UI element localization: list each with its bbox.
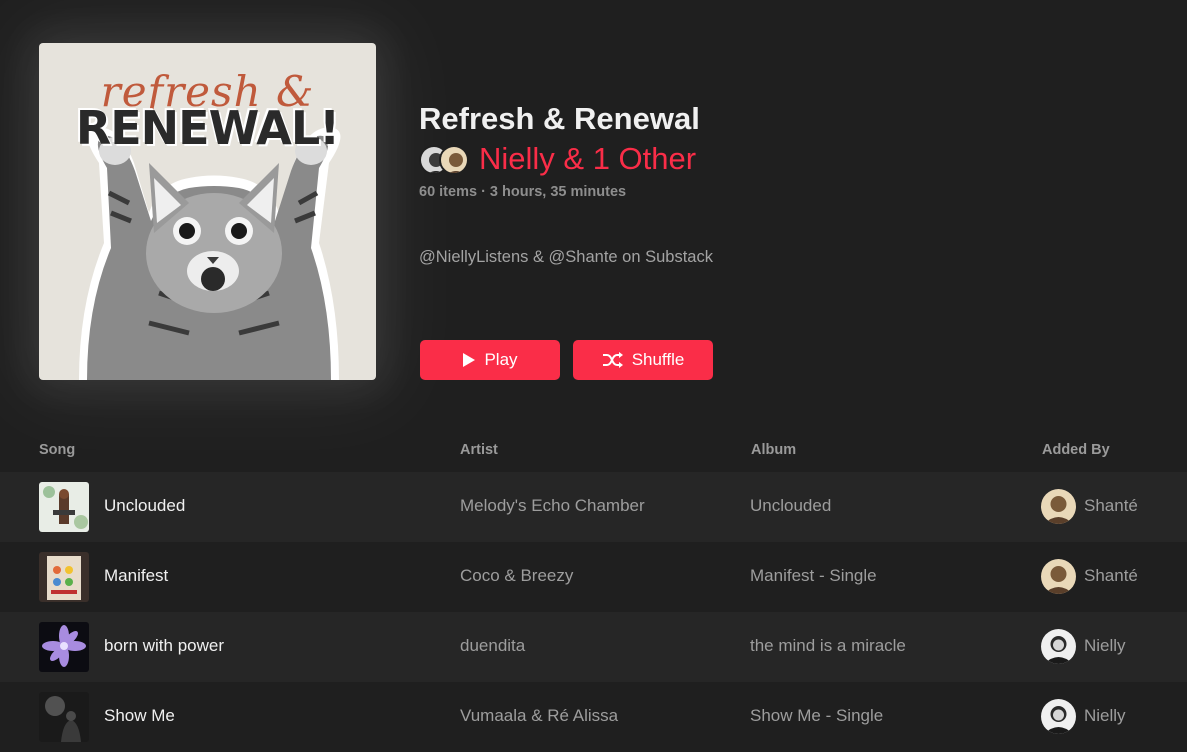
play-icon — [463, 353, 476, 367]
column-header-album[interactable]: Album — [751, 442, 796, 458]
playlist-header: refresh & RENEWAL! Refresh & Renewal Nie… — [0, 0, 1187, 430]
track-title: born with power — [104, 636, 225, 655]
track-title: Manifest — [104, 566, 169, 585]
play-label: Play — [484, 350, 518, 369]
column-header-artist[interactable]: Artist — [460, 442, 498, 458]
album-artwork — [39, 622, 89, 672]
added-by: Shanté — [1084, 566, 1138, 585]
table-row[interactable]: Unclouded Melody's Echo Chamber Uncloude… — [0, 472, 1187, 542]
track-album[interactable]: Show Me - Single — [750, 706, 883, 726]
avatar — [439, 145, 469, 175]
track-artist[interactable]: Melody's Echo Chamber — [460, 496, 645, 516]
shuffle-label: Shuffle — [631, 350, 685, 369]
play-button[interactable]: Play — [420, 340, 560, 380]
curators: Nielly & 1 Other — [419, 140, 1159, 178]
avatar — [1041, 629, 1076, 664]
track-artist[interactable]: duendita — [460, 636, 525, 656]
track-title: Show Me — [104, 706, 175, 725]
table-row[interactable]: Show Me Vumaala & Ré Alissa Show Me - Si… — [0, 682, 1187, 752]
track-list-header: Song Artist Album Added By — [0, 432, 1187, 472]
album-artwork — [39, 482, 89, 532]
track-list: Song Artist Album Added By Unclouded Mel… — [0, 432, 1187, 752]
track-artist[interactable]: Coco & Breezy — [460, 566, 573, 586]
track-title: Unclouded — [104, 496, 186, 515]
curator-link[interactable]: Nielly & 1 Other — [479, 141, 696, 177]
artwork-block-text: RENEWAL! — [75, 101, 340, 155]
table-row[interactable]: born with power duendita the mind is a m… — [0, 612, 1187, 682]
column-header-song[interactable]: Song — [39, 442, 75, 458]
shuffle-button[interactable]: Shuffle — [573, 340, 713, 380]
track-album[interactable]: the mind is a miracle — [750, 636, 906, 656]
shuffle-icon — [602, 352, 623, 368]
avatar — [1041, 699, 1076, 734]
playlist-info: Refresh & Renewal Nielly & 1 Other 60 it… — [419, 100, 1159, 267]
playlist-title: Refresh & Renewal — [419, 101, 700, 136]
track-album[interactable]: Manifest - Single — [750, 566, 877, 586]
table-row[interactable]: Manifest Coco & Breezy Manifest - Single… — [0, 542, 1187, 612]
column-header-added-by[interactable]: Added By — [1042, 442, 1110, 458]
added-by: Nielly — [1084, 706, 1126, 725]
track-artist[interactable]: Vumaala & Ré Alissa — [460, 706, 618, 726]
playlist-meta: 60 items · 3 hours, 35 minutes — [419, 184, 627, 200]
avatar — [1041, 489, 1076, 524]
album-artwork — [39, 692, 89, 742]
avatar — [1041, 559, 1076, 594]
album-artwork — [39, 552, 89, 602]
playlist-artwork[interactable]: refresh & RENEWAL! — [39, 43, 376, 380]
track-album[interactable]: Unclouded — [750, 496, 831, 516]
playlist-description: @NiellyListens & @Shante on Substack — [419, 248, 713, 266]
added-by: Nielly — [1084, 636, 1126, 655]
added-by: Shanté — [1084, 496, 1138, 515]
curator-avatars[interactable] — [419, 143, 471, 175]
